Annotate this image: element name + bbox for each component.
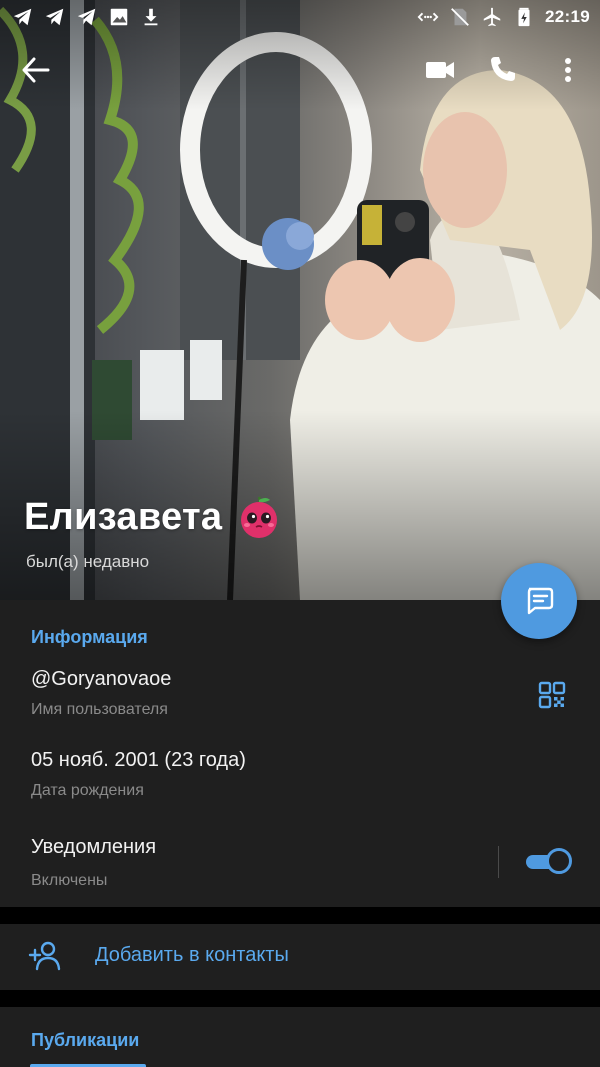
airplane-icon [483,7,501,27]
download-icon [144,8,158,26]
last-seen-status: был(а) недавно [26,552,150,571]
publications-section: Публикации [0,1007,600,1067]
notifications-state: Включены [31,872,108,889]
profile-name: Елизавета [24,495,223,538]
username-label: Имя пользователя [31,701,168,718]
info-section-title: Информация [31,627,148,647]
add-contact-label: Добавить в контакты [95,944,289,966]
no-sim-icon [451,8,469,26]
add-contact-button[interactable]: Добавить в контакты [0,924,600,990]
phone-icon[interactable] [488,54,518,84]
telegram-icon [77,8,96,26]
image-icon [110,8,128,26]
status-time: 22:19 [545,7,590,26]
arrow-back-icon[interactable] [20,56,52,84]
username-value[interactable]: @Goryanovaoe [31,668,171,691]
birthday-label: Дата рождения [31,782,144,799]
more-vert-icon[interactable] [556,54,580,86]
notifications-divider [498,846,499,878]
notifications-toggle[interactable] [526,848,572,876]
status-bar: 22:19 [0,0,600,34]
cherry-sticker-icon [241,496,278,538]
data-saver-icon [417,12,439,22]
profile-name-row: Елизавета [24,494,282,540]
battery-charging-icon [518,7,530,27]
video-call-icon[interactable] [424,56,456,84]
add-person-icon [28,941,61,971]
app-bar [0,46,600,94]
birthday-value[interactable]: 05 нояб. 2001 (23 года) [31,749,246,772]
notifications-title[interactable]: Уведомления [31,836,156,859]
message-icon [527,587,554,615]
telegram-icon [45,8,64,26]
message-fab[interactable] [501,563,577,639]
info-section: Информация @Goryanovaoe Имя пользователя… [0,600,600,907]
qr-code-icon[interactable] [538,681,566,709]
tab-publications[interactable]: Публикации [31,1030,139,1051]
telegram-icon [13,8,32,26]
